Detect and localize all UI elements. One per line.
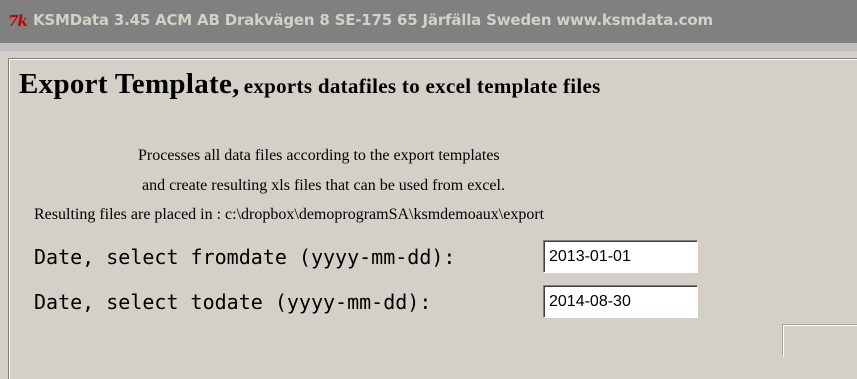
tk-logo-icon: 7k xyxy=(8,12,28,30)
description-line-2: and create resulting xls files that can … xyxy=(142,177,505,194)
page-subtitle: exports datafiles to excel template file… xyxy=(243,74,601,98)
export-path-text: Resulting files are placed in : c:\dropb… xyxy=(34,206,545,223)
fromdate-input[interactable] xyxy=(543,240,698,273)
title-bar-separator xyxy=(0,43,857,51)
title-bar[interactable]: 7k KSMData 3.45 ACM AB Drakvägen 8 SE-17… xyxy=(0,0,857,43)
page-heading: Export Template, exports datafiles to ex… xyxy=(19,68,601,101)
description-line-1: Processes all data files according to th… xyxy=(138,147,500,164)
fromdate-label: Date, select fromdate (yyyy-mm-dd): xyxy=(34,245,456,269)
page-title: Export Template, xyxy=(19,68,240,100)
todate-input[interactable] xyxy=(543,285,698,318)
todate-label: Date, select todate (yyyy-mm-dd): xyxy=(34,290,432,314)
action-button[interactable] xyxy=(783,325,857,356)
window-title: KSMData 3.45 ACM AB Drakvägen 8 SE-175 6… xyxy=(33,11,713,29)
